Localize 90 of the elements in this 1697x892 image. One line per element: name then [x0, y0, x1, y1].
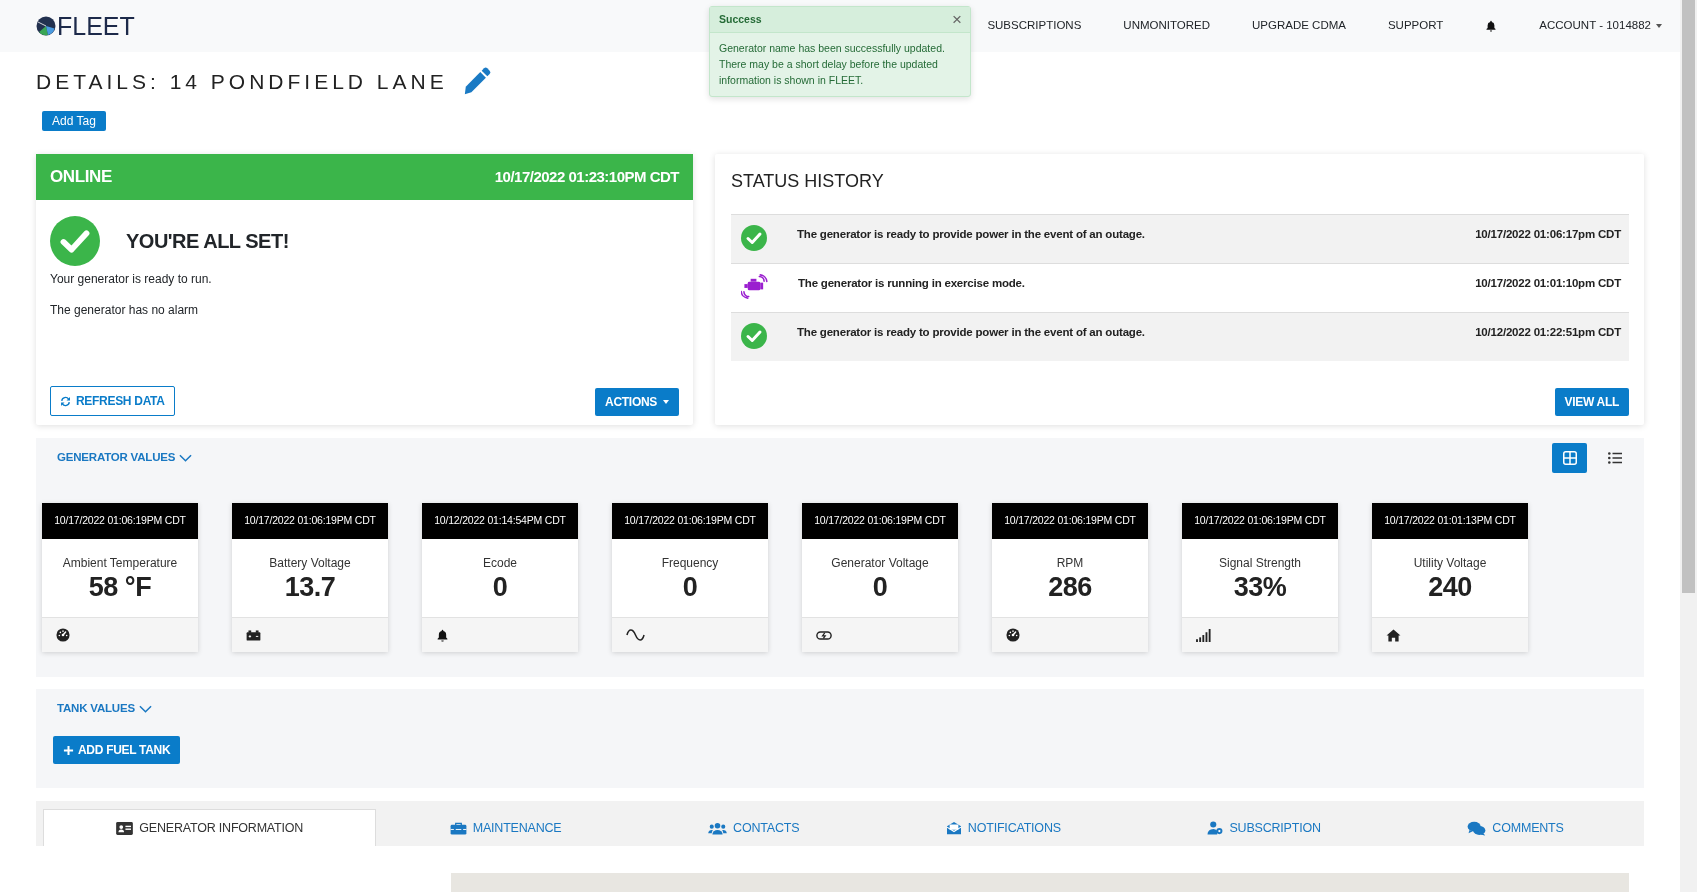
history-message: The generator is ready to provide power in the event of an outage.	[797, 325, 1145, 339]
tile-timestamp: 10/17/2022 01:06:19PM CDT	[612, 503, 768, 539]
tile-value: 0	[872, 572, 888, 602]
sine-wave-icon	[626, 629, 645, 641]
tile-value: 286	[1048, 572, 1092, 602]
car-battery-icon	[246, 629, 261, 641]
add-tag-button[interactable]: Add Tag	[42, 111, 106, 131]
tile-value: 0	[682, 572, 698, 602]
caret-icon	[1656, 24, 1662, 28]
actions-button[interactable]: ACTIONS	[595, 388, 679, 416]
tile-timestamp: 10/17/2022 01:06:19PM CDT	[42, 503, 198, 539]
tile-timestamp: 10/17/2022 01:01:13PM CDT	[1372, 503, 1528, 539]
tile-label: Generator Voltage	[831, 556, 929, 571]
nav-link[interactable]: UPGRADE CDMA	[1252, 17, 1346, 35]
check-circle-icon	[741, 323, 767, 349]
notifications-bell-icon[interactable]	[1485, 20, 1498, 32]
chevron-down-icon	[179, 454, 193, 462]
logo-link[interactable]: FLEET	[36, 13, 135, 39]
tile-label: Battery Voltage	[269, 556, 351, 571]
history-message: The generator is running in exercise mode.	[798, 276, 1025, 290]
account-dropdown[interactable]: ACCOUNT - 1014882	[1539, 17, 1662, 35]
history-time: 10/12/2022 01:22:51pm CDT	[1475, 325, 1621, 339]
scrollbar[interactable]	[1680, 0, 1697, 892]
close-button[interactable]: ×	[952, 11, 962, 28]
chevron-down-icon	[138, 704, 152, 713]
tab[interactable]: NOTIFICATIONS	[872, 809, 1135, 846]
bell-icon	[436, 628, 449, 642]
tile-value: 58 °F	[88, 572, 152, 602]
tab[interactable]: CONTACTS	[634, 809, 873, 846]
engine-icon	[741, 274, 768, 299]
toast-message: Generator name has been successfully updated. There may be a short delay before the updated information is shown in FLEET.	[718, 41, 946, 88]
caret-icon	[663, 400, 669, 404]
comments-icon	[1467, 820, 1487, 836]
status-message: Your generator is ready to run.	[50, 271, 213, 288]
status-timestamp: 10/17/2022 01:23:10PM CDT	[494, 166, 679, 187]
logo-icon	[36, 16, 56, 36]
tile-label: Frequency	[661, 556, 719, 571]
grid-icon	[1562, 451, 1577, 465]
plus-icon	[63, 744, 74, 756]
status-message: The generator has no alarm	[50, 302, 200, 319]
tile-timestamp: 10/17/2022 01:06:19PM CDT	[1182, 503, 1338, 539]
history-message: The generator is ready to provide power in the event of an outage.	[797, 227, 1145, 241]
tile-timestamp: 10/12/2022 01:14:54PM CDT	[422, 503, 578, 539]
tank-values-toggle[interactable]: TANK VALUES	[57, 700, 152, 718]
tile-label: Utility Voltage	[1413, 556, 1487, 571]
toolbox-icon	[449, 821, 467, 835]
tab[interactable]: GENERATOR INFORMATION	[43, 809, 377, 846]
tile-timestamp: 10/17/2022 01:06:19PM CDT	[802, 503, 958, 539]
id-card-icon	[116, 821, 134, 835]
tile-value: 33%	[1233, 572, 1287, 602]
view-all-button[interactable]: VIEW ALL	[1554, 388, 1629, 416]
tile-label: RPM	[1056, 556, 1084, 571]
status-history-title: STATUS HISTORY	[731, 170, 885, 192]
gauge-icon	[56, 628, 70, 642]
tab[interactable]: SUBSCRIPTION	[1134, 809, 1395, 846]
history-time: 10/17/2022 01:01:10pm CDT	[1475, 276, 1621, 290]
nav-link[interactable]: SUPPORT	[1387, 17, 1444, 35]
users-icon	[708, 821, 728, 835]
tile-label: Ambient Temperature	[62, 556, 178, 571]
refresh-data-button[interactable]: REFRESH DATA	[50, 386, 175, 416]
check-circle-icon	[50, 216, 100, 266]
envelope-open-icon	[945, 821, 962, 835]
status-label: ONLINE	[50, 166, 112, 189]
tile-label: Signal Strength	[1218, 556, 1302, 571]
page-title: DETAILS: 14 PONDFIELD LANE	[36, 68, 448, 95]
house-icon	[1386, 628, 1401, 642]
gauge-icon	[1006, 628, 1020, 642]
tile-label: Ecode	[483, 556, 517, 571]
battery-bolt-icon	[816, 629, 832, 641]
tab[interactable]: COMMENTS	[1394, 809, 1637, 846]
tile-value: 240	[1428, 572, 1472, 602]
toast-title: Success	[719, 11, 762, 27]
check-circle-icon	[741, 225, 767, 251]
tile-timestamp: 10/17/2022 01:06:19PM CDT	[232, 503, 388, 539]
add-fuel-tank-button[interactable]: ADD FUEL TANK	[53, 736, 181, 765]
user-gear-icon	[1207, 821, 1224, 835]
generator-values-toggle[interactable]: GENERATOR VALUES	[57, 449, 193, 467]
tile-value: 13.7	[284, 572, 336, 602]
signal-bars-icon	[1196, 628, 1211, 642]
history-time: 10/17/2022 01:06:17pm CDT	[1475, 227, 1621, 241]
status-headline: YOU'RE ALL SET!	[126, 229, 289, 254]
tab[interactable]: MAINTENANCE	[376, 809, 635, 846]
tile-value: 0	[492, 572, 508, 602]
nav-link[interactable]: SUBSCRIPTIONS	[987, 17, 1082, 35]
nav-link[interactable]: UNMONITORED	[1123, 17, 1210, 35]
list-icon	[1607, 452, 1622, 464]
refresh-icon	[60, 395, 71, 407]
tile-timestamp: 10/17/2022 01:06:19PM CDT	[992, 503, 1148, 539]
grid-view-button[interactable]	[1552, 443, 1587, 473]
scrollbar-thumb[interactable]	[1682, 0, 1695, 593]
